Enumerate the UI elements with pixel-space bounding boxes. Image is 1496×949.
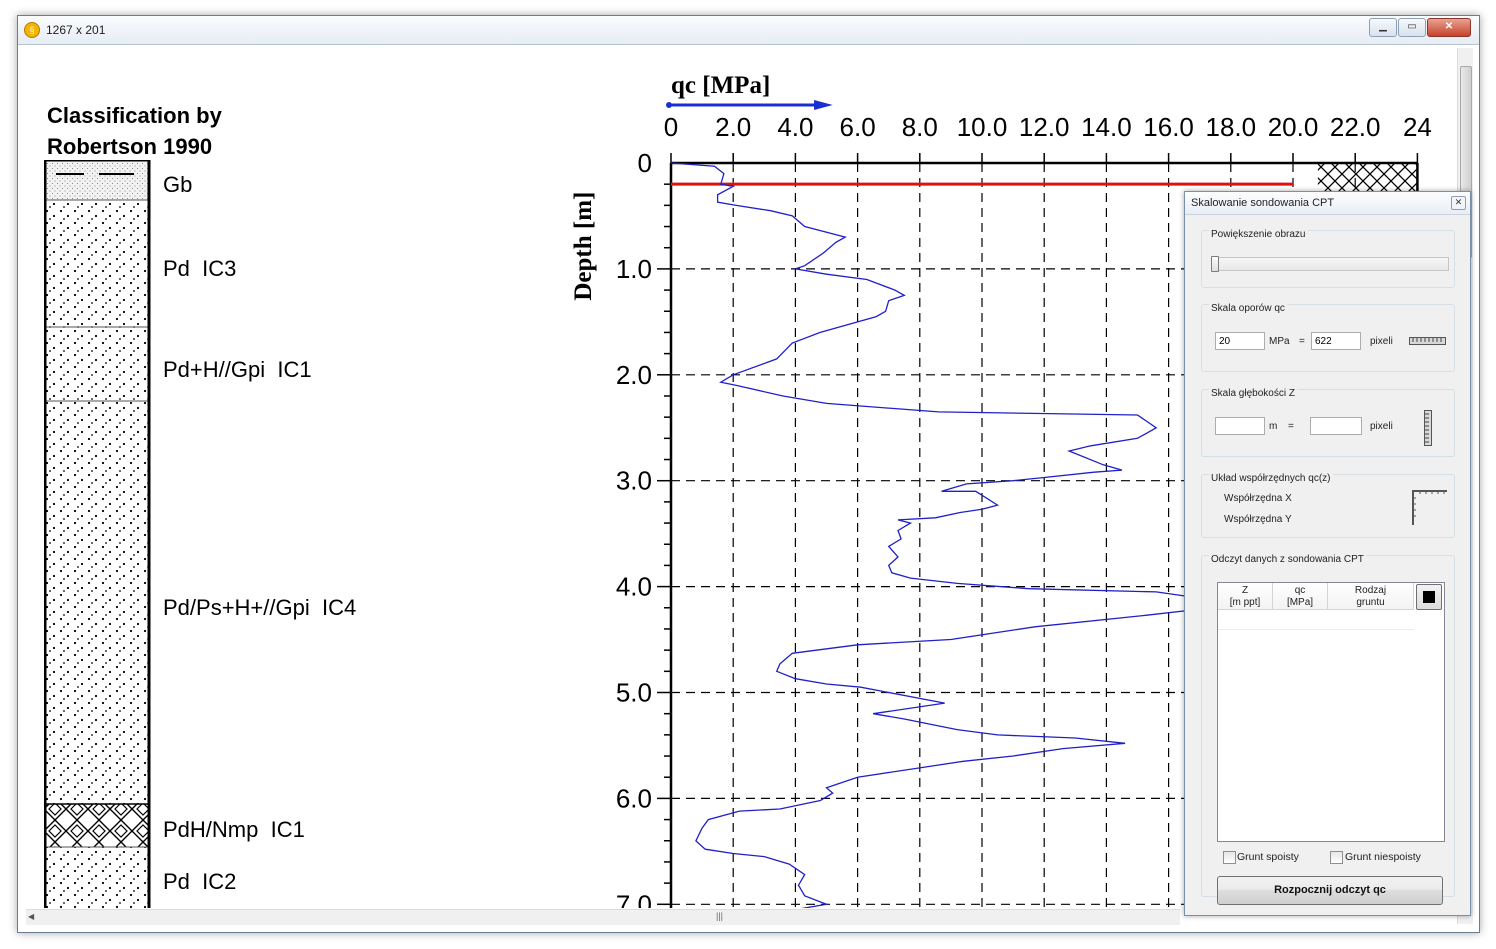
- z-pixels-input[interactable]: [1310, 417, 1362, 435]
- start-reading-button[interactable]: Rozpocznij odczyt qc: [1217, 876, 1443, 905]
- y-tick-label: 4.0: [616, 572, 652, 602]
- x-tick-label: 14.0: [1081, 112, 1132, 142]
- qc-series-line: [670, 162, 1211, 908]
- z-scale-label: Skala głębokości Z: [1209, 388, 1297, 399]
- window-controls: ▁ ▭ ✕: [1368, 18, 1471, 37]
- x-axis-arrowhead: [814, 100, 833, 110]
- x-tick-label: 22.0: [1330, 112, 1381, 142]
- coord-x-label[interactable]: Współrzędna X: [1224, 493, 1292, 504]
- x-tick-label: 2.0: [715, 112, 751, 142]
- cohesive-label: Grunt spoisty: [1237, 851, 1299, 863]
- qc-scale-input[interactable]: 20: [1215, 332, 1265, 350]
- scaling-dialog: Skalowanie sondowania CPT ✕ Powiększenie…: [1184, 191, 1471, 916]
- coord-y-label[interactable]: Współrzędna Y: [1224, 514, 1292, 525]
- app-icon[interactable]: §: [24, 22, 40, 38]
- zoom-group-label: Powiększenie obrazu: [1209, 229, 1308, 240]
- coords-label: Układ współrzędnych qc(z): [1209, 473, 1333, 484]
- y-axis-title: Depth [m]: [570, 192, 597, 301]
- x-tick-label: 0: [664, 112, 678, 142]
- col-header-soil[interactable]: Rodzaj gruntu: [1328, 583, 1414, 610]
- minimize-icon[interactable]: ▁: [1369, 18, 1397, 37]
- z-unit-label: m: [1269, 421, 1278, 432]
- x-tick-label: 16.0: [1143, 112, 1194, 142]
- qc-pixels-input[interactable]: 622: [1311, 332, 1361, 350]
- coords-group: Układ współrzędnych qc(z) Współrzędna X …: [1201, 473, 1455, 538]
- x-tick-label: 10.0: [957, 112, 1008, 142]
- x-tick-label: 20.0: [1268, 112, 1319, 142]
- z-scale-group: Skala głębokości Z m = pixeli: [1201, 388, 1455, 457]
- table-row[interactable]: [1218, 611, 1414, 630]
- color-button[interactable]: [1416, 584, 1442, 610]
- x-tick-label: 4.0: [777, 112, 813, 142]
- axis-corner-icon[interactable]: [1412, 490, 1448, 526]
- qc-scale-label: Skala oporów qc: [1209, 303, 1287, 314]
- dialog-title-bar[interactable]: Skalowanie sondowania CPT ✕: [1185, 192, 1470, 215]
- reading-label: Odczyt danych z sondowania CPT: [1209, 554, 1366, 565]
- maximize-icon[interactable]: ▭: [1398, 18, 1426, 37]
- x-tick-label: 6.0: [840, 112, 876, 142]
- horizontal-ruler-icon[interactable]: [1409, 337, 1446, 345]
- y-tick-label: 0: [638, 148, 652, 178]
- readings-table[interactable]: Z [m ppt] qc [MPa] Rodzaj gruntu: [1217, 582, 1445, 842]
- qc-pixels-label: pixeli: [1370, 336, 1393, 347]
- horizontal-scrollbar[interactable]: ◀ |||: [26, 909, 1180, 925]
- z-equals-label: =: [1288, 421, 1294, 432]
- y-tick-label: 7.0: [616, 889, 652, 908]
- qc-equals-label: =: [1299, 336, 1305, 347]
- x-axis-arrow-start: [666, 102, 672, 108]
- x-axis-title: qc [MPa]: [671, 72, 770, 99]
- cohesive-checkbox[interactable]: [1223, 851, 1236, 864]
- noncohesive-label: Grunt niespoisty: [1345, 851, 1421, 863]
- y-tick-label: 1.0: [616, 254, 652, 284]
- z-scale-input[interactable]: [1215, 417, 1265, 435]
- zoom-slider-thumb[interactable]: [1211, 256, 1219, 272]
- noncohesive-checkbox[interactable]: [1330, 851, 1343, 864]
- x-tick-label: 8.0: [902, 112, 938, 142]
- x-tick-label: 18.0: [1205, 112, 1256, 142]
- col-header-qc[interactable]: qc [MPa]: [1273, 583, 1328, 610]
- x-tick-label: 12.0: [1019, 112, 1070, 142]
- scroll-left-icon[interactable]: ◀: [28, 912, 34, 921]
- col-header-z[interactable]: Z [m ppt]: [1218, 583, 1273, 610]
- y-tick-label: 6.0: [616, 783, 652, 813]
- black-square-icon: [1423, 591, 1435, 603]
- close-icon[interactable]: ✕: [1427, 18, 1471, 37]
- vertical-ruler-icon[interactable]: [1424, 410, 1432, 446]
- y-tick-label: 5.0: [616, 678, 652, 708]
- qc-unit-label: MPa: [1269, 336, 1290, 347]
- z-pixels-label: pixeli: [1370, 421, 1393, 432]
- title-bar[interactable]: § 1267 x 201 ▁ ▭ ✕: [18, 16, 1479, 45]
- window-title: 1267 x 201: [46, 23, 106, 37]
- y-tick-label: 3.0: [616, 466, 652, 496]
- zoom-group: Powiększenie obrazu: [1201, 229, 1455, 288]
- scroll-grip-icon[interactable]: |||: [716, 911, 723, 921]
- x-tick-label: 24: [1403, 112, 1432, 142]
- dialog-title: Skalowanie sondowania CPT: [1191, 197, 1335, 209]
- y-tick-label: 2.0: [616, 360, 652, 390]
- zoom-slider[interactable]: [1211, 256, 1449, 272]
- dialog-close-icon[interactable]: ✕: [1451, 196, 1466, 210]
- qc-scale-group: Skala oporów qc 20 MPa = 622 pixeli: [1201, 303, 1455, 372]
